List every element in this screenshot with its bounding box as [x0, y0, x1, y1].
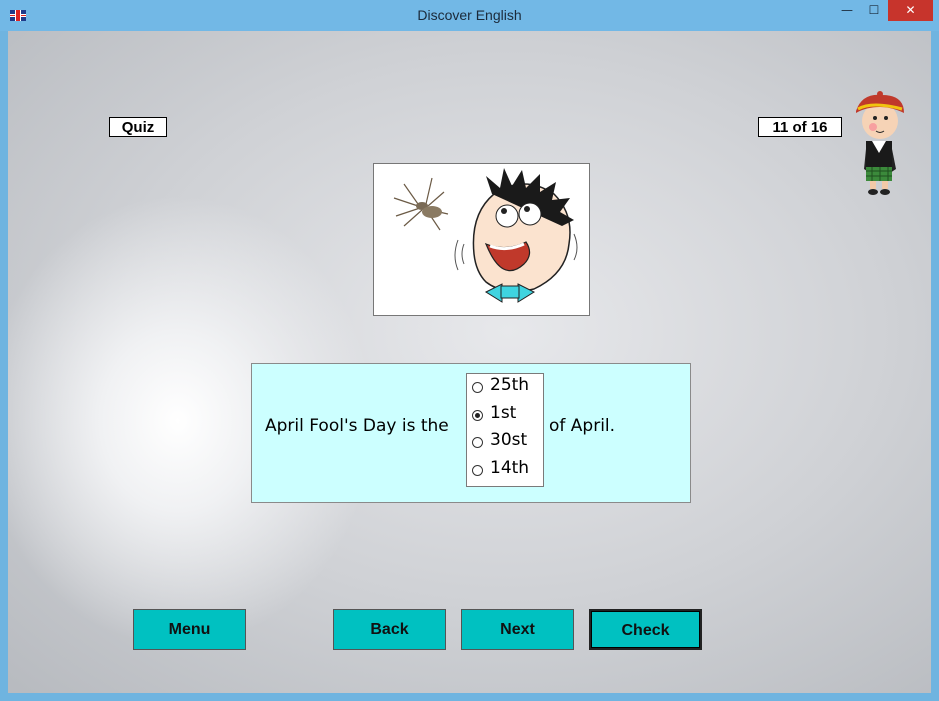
option-label: 25th [490, 375, 530, 395]
close-button[interactable]: ✕ [888, 0, 933, 21]
option-25th[interactable]: 25th [470, 374, 542, 402]
scottish-boy-mascot-icon [856, 91, 904, 195]
app-window: Discover English — ☐ ✕ Quiz 11 of 16 Apr… [0, 0, 939, 701]
option-30st[interactable]: 30st [470, 429, 542, 457]
progress-counter: 11 of 16 [758, 117, 842, 137]
back-button[interactable]: Back [333, 609, 446, 650]
radio-button[interactable] [472, 437, 483, 448]
title-bar[interactable]: Discover English — ☐ ✕ [0, 0, 939, 31]
maximize-button[interactable]: ☐ [861, 0, 887, 21]
quiz-panel: Quiz 11 of 16 April Fool's Day is the 25… [8, 31, 931, 693]
radio-button[interactable] [472, 382, 483, 393]
window-title: Discover English [417, 7, 522, 23]
radio-button-selected[interactable] [472, 410, 483, 421]
question-prefix: April Fool's Day is the [265, 416, 449, 436]
question-panel: April Fool's Day is the 25th 1st 30st 14… [251, 363, 691, 503]
option-label: 30st [490, 430, 528, 450]
minimize-button[interactable]: — [834, 0, 860, 21]
question-suffix: of April. [549, 416, 616, 436]
option-label: 1st [490, 403, 517, 423]
answer-options: 25th 1st 30st 14th [466, 373, 544, 487]
menu-button[interactable]: Menu [133, 609, 246, 650]
option-label: 14th [490, 458, 530, 478]
radio-button[interactable] [472, 465, 483, 476]
next-button[interactable]: Next [461, 609, 574, 650]
scared-man-spider-icon [393, 168, 578, 303]
quiz-label: Quiz [109, 117, 167, 137]
option-14th[interactable]: 14th [470, 457, 542, 485]
question-picture [373, 163, 590, 316]
option-1st[interactable]: 1st [470, 402, 542, 430]
check-button[interactable]: Check [589, 609, 702, 650]
